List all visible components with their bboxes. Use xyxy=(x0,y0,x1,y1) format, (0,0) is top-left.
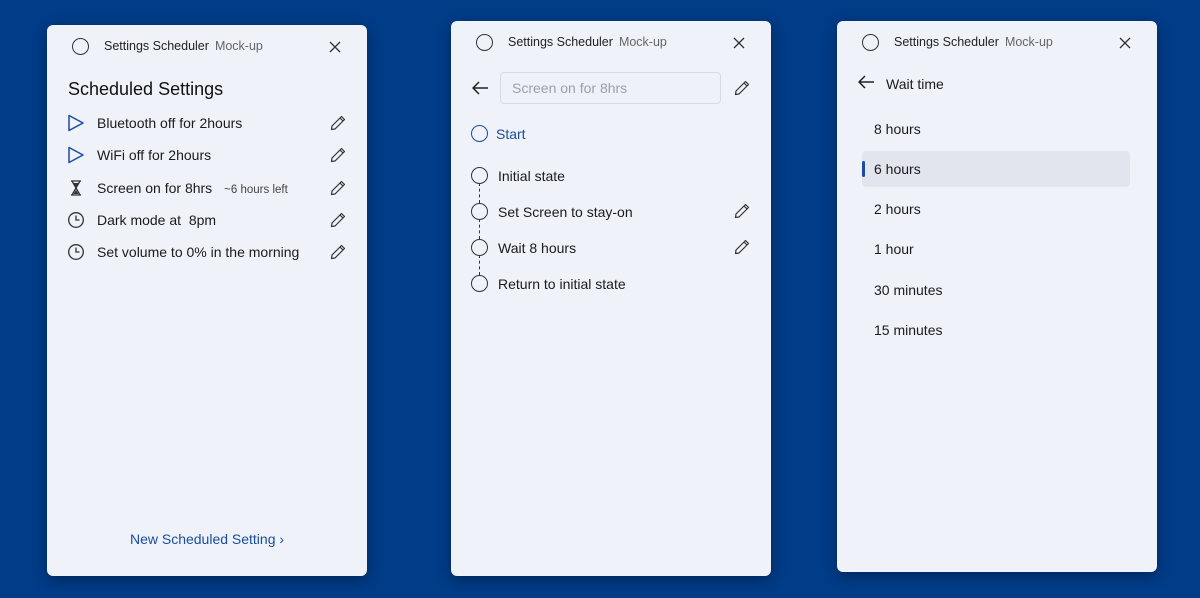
wait-option[interactable]: 15 minutes xyxy=(862,312,1130,348)
play-icon xyxy=(68,114,84,132)
pencil-icon[interactable] xyxy=(329,211,347,229)
close-icon[interactable] xyxy=(729,33,749,53)
wait-option-label: 1 hour xyxy=(874,241,914,257)
app-subtitle: Mock-up xyxy=(214,39,263,53)
scheduled-item[interactable]: Dark mode at 8pm xyxy=(47,205,367,235)
scheduled-item[interactable]: Set volume to 0% in the morning xyxy=(47,237,367,267)
close-icon[interactable] xyxy=(1115,33,1135,53)
wait-option-label: 15 minutes xyxy=(874,322,943,338)
scheduled-item-text: Screen on for 8hrs xyxy=(97,180,213,196)
scheduled-item-label: WiFi off for 2hours xyxy=(97,147,211,163)
scheduled-item-label: Set volume to 0% in the morning xyxy=(97,244,299,260)
wait-option-label: 6 hours xyxy=(874,161,921,177)
app-subtitle: Mock-up xyxy=(1004,35,1053,49)
app-circle-icon xyxy=(476,34,493,51)
step-circle-icon xyxy=(471,203,488,220)
step-item[interactable]: Wait 8 hours xyxy=(451,237,771,259)
step-item[interactable]: Set Screen to stay-on xyxy=(451,201,771,223)
time-left-note: ~6 hours left xyxy=(224,184,288,196)
scheduled-item-label: Dark mode at 8pm xyxy=(97,212,216,228)
scheduled-item[interactable]: WiFi off for 2hours xyxy=(47,140,367,170)
wait-option-label: 2 hours xyxy=(874,201,921,217)
wait-option[interactable]: 30 minutes xyxy=(862,272,1130,308)
scheduled-item[interactable]: Bluetooth off for 2hours xyxy=(47,108,367,138)
wait-option[interactable]: 8 hours xyxy=(862,111,1130,147)
step-label: Return to initial state xyxy=(498,276,626,292)
wait-option[interactable]: 2 hours xyxy=(862,191,1130,227)
page-title: Scheduled Settings xyxy=(68,79,224,99)
title-bar: Settings Scheduler Mock-up xyxy=(451,21,771,65)
scheduled-item-text: Dark mode at 8pm xyxy=(97,212,217,228)
scheduled-item[interactable]: Screen on for 8hrs ~6 hours left xyxy=(47,173,367,203)
scheduled-item-text: WiFi off for 2hours xyxy=(97,147,212,163)
wait-option-label: 8 hours xyxy=(874,121,921,137)
scheduled-item-text: Set volume to 0% in the morning xyxy=(97,244,300,260)
title-bar: Settings Scheduler Mock-up xyxy=(47,25,367,69)
app-title-text: Settings Scheduler xyxy=(508,35,613,49)
pencil-icon[interactable] xyxy=(733,79,751,97)
clock-icon xyxy=(68,244,84,260)
clock-icon xyxy=(68,212,84,228)
pencil-icon[interactable] xyxy=(733,202,751,220)
app-title: Settings Scheduler Mock-up xyxy=(104,39,263,53)
app-circle-icon xyxy=(862,34,879,51)
start-circle-icon xyxy=(471,125,488,142)
pencil-icon[interactable] xyxy=(329,114,347,132)
back-arrow-icon[interactable] xyxy=(470,78,490,98)
scheduled-item-label: Bluetooth off for 2hours xyxy=(97,115,242,131)
title-bar: Settings Scheduler Mock-up xyxy=(837,21,1157,65)
schedule-editor-window: Settings Scheduler Mock-up Start Initial … xyxy=(451,21,771,576)
schedule-name-input[interactable] xyxy=(500,72,721,104)
wait-option-label: 30 minutes xyxy=(874,282,943,298)
pencil-icon[interactable] xyxy=(329,243,347,261)
play-icon xyxy=(68,146,84,164)
step-label: Initial state xyxy=(498,168,565,184)
step-label: Set Screen to stay-on xyxy=(498,204,633,220)
close-icon[interactable] xyxy=(325,37,345,57)
pencil-icon[interactable] xyxy=(329,146,347,164)
app-title-text: Settings Scheduler xyxy=(894,35,999,49)
scheduled-item-label: Screen on for 8hrs ~6 hours left xyxy=(97,180,288,196)
app-title-text: Settings Scheduler xyxy=(104,39,209,53)
app-title: Settings Scheduler Mock-up xyxy=(508,35,667,49)
wait-option-selected[interactable]: 6 hours xyxy=(862,151,1130,187)
hourglass-icon xyxy=(71,180,81,196)
pencil-icon[interactable] xyxy=(733,238,751,256)
scheduled-settings-window: Settings Scheduler Mock-up Scheduled Sett… xyxy=(47,25,367,576)
app-subtitle: Mock-up xyxy=(618,35,667,49)
step-item[interactable]: Return to initial state xyxy=(451,273,771,295)
step-circle-icon xyxy=(471,239,488,256)
wait-time-window: Settings Scheduler Mock-up Wait time 8 ho… xyxy=(837,21,1157,572)
start-label: Start xyxy=(496,126,526,142)
step-item[interactable]: Initial state xyxy=(451,165,771,187)
wait-time-header: Wait time xyxy=(886,76,944,92)
pencil-icon[interactable] xyxy=(329,179,347,197)
step-circle-icon xyxy=(471,275,488,292)
app-title: Settings Scheduler Mock-up xyxy=(894,35,1053,49)
wait-option[interactable]: 1 hour xyxy=(862,231,1130,267)
step-label: Wait 8 hours xyxy=(498,240,577,256)
app-circle-icon xyxy=(72,38,89,55)
back-arrow-icon[interactable] xyxy=(856,72,876,92)
step-circle-icon xyxy=(471,167,488,184)
new-scheduled-setting-link[interactable]: New Scheduled Setting › xyxy=(47,531,367,547)
scheduled-item-text: Bluetooth off for 2hours xyxy=(97,115,243,131)
